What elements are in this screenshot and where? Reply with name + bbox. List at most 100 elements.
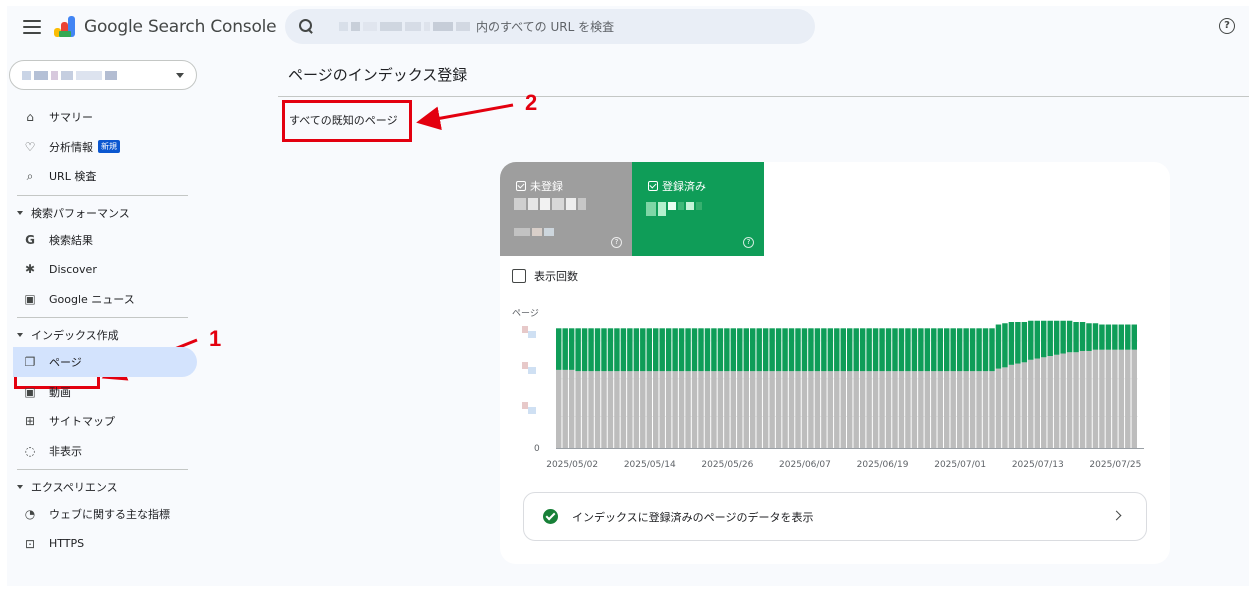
bar-indexed (1118, 324, 1125, 350)
bar-not-indexed (614, 371, 620, 448)
gauge-icon: ◔ (24, 507, 36, 521)
pages-chart: ページ 0 2025/05/02 2025/05/14 2025/05/26 2025/0… (512, 309, 1144, 470)
sidebar-section-title: 検索パフォーマンス (31, 206, 130, 220)
bar-not-indexed (756, 371, 762, 448)
bar-not-indexed (963, 371, 969, 448)
bar-indexed (698, 328, 704, 372)
bar-not-indexed (711, 371, 717, 448)
bar-not-indexed (859, 371, 866, 448)
property-selector[interactable] (9, 60, 197, 90)
sidebar-section-header[interactable]: 検索パフォーマンス (17, 205, 130, 221)
not-indexed-tile[interactable]: 未登録 ? (500, 162, 632, 256)
bar-indexed (704, 328, 711, 372)
x-tick-label: 2025/07/25 (1089, 460, 1141, 470)
sidebar-item-video[interactable]: ▣ 動画 (13, 377, 197, 407)
lock-icon: ⊡ (24, 536, 36, 551)
bar-not-indexed (607, 371, 614, 448)
bar-not-indexed (1125, 349, 1131, 448)
sidebar-section-header[interactable]: エクスペリエンス (17, 479, 118, 495)
sidebar-item-label: 検索結果 (49, 233, 93, 247)
bar-indexed (782, 328, 788, 372)
sidebar-item-label: サマリー (49, 111, 93, 124)
sidebar-item-search[interactable]: ⌕ URL 検査 (13, 161, 197, 191)
bar-not-indexed (956, 371, 963, 448)
redacted-domain (339, 22, 470, 31)
bar-indexed (627, 328, 633, 372)
bar-not-indexed (691, 371, 698, 448)
annotation-number-2: 2 (525, 90, 538, 115)
bar-indexed (1112, 324, 1118, 350)
impressions-toggle[interactable]: 表示回数 (512, 268, 578, 284)
bar-not-indexed (672, 371, 678, 448)
bar-indexed (872, 328, 879, 372)
hamburger-menu-icon[interactable] (23, 20, 41, 34)
pages-icon: ❐ (24, 355, 36, 369)
bar-not-indexed (1028, 359, 1034, 448)
bar-indexed (685, 328, 691, 372)
bar-not-indexed (1092, 349, 1099, 448)
bar-not-indexed (995, 368, 1002, 448)
bar-indexed (956, 328, 963, 372)
video-icon: ▣ (24, 384, 36, 399)
sidebar-item-home[interactable]: ⌂ サマリー (13, 102, 197, 132)
bar-indexed (788, 328, 795, 372)
sidebar-item-eye-off[interactable]: ◌ 非表示 (13, 436, 197, 466)
bar-not-indexed (950, 371, 956, 448)
bar-indexed (1073, 322, 1079, 353)
bar-not-indexed (911, 371, 918, 448)
bar-indexed (1105, 324, 1112, 350)
bar-indexed (678, 328, 685, 372)
caret-down-icon (17, 210, 23, 215)
sidebar-item-news[interactable]: ▣ Google ニュース (13, 284, 197, 314)
bar-not-indexed (1073, 352, 1079, 448)
x-tick-label: 2025/05/26 (701, 460, 753, 470)
x-tick-label: 2025/05/14 (624, 460, 676, 470)
bar-indexed (717, 328, 724, 372)
bar-not-indexed (750, 371, 756, 448)
bar-indexed (963, 328, 969, 372)
caret-down-icon (17, 485, 23, 489)
bar-indexed (653, 328, 659, 372)
title-divider (278, 96, 1249, 97)
redacted-tick (522, 326, 528, 333)
bar-indexed (672, 328, 678, 372)
help-icon[interactable]: ? (611, 237, 622, 248)
bar-indexed (885, 328, 892, 372)
help-icon[interactable]: ? (743, 237, 754, 248)
logo[interactable]: Google Search Console (53, 15, 277, 39)
bar-indexed (575, 328, 581, 372)
sidebar-item-pages[interactable]: ❐ ページ (13, 347, 197, 377)
bar-indexed (944, 328, 950, 372)
indexed-tile[interactable]: 登録済み ? (632, 162, 764, 256)
sidebar-item-label: 非表示 (49, 444, 82, 458)
bar-not-indexed (575, 371, 581, 448)
sidebar-item-label: サイトマップ (49, 415, 115, 428)
help-icon[interactable]: ? (1219, 18, 1235, 34)
home-icon: ⌂ (26, 110, 34, 124)
redacted-count (514, 198, 586, 210)
bar-not-indexed (594, 371, 601, 448)
bar-not-indexed (814, 371, 821, 448)
sidebar-item-lock[interactable]: ⊡ HTTPS (13, 529, 197, 559)
checkbox-checked-icon (648, 181, 658, 191)
bar-indexed (601, 328, 607, 372)
bar-not-indexed (581, 371, 588, 448)
bar-not-indexed (879, 371, 885, 448)
sidebar-item-gauge[interactable]: ◔ ウェブに関する主な指標 (13, 499, 197, 529)
sidebar-section-header[interactable]: インデックス作成 (17, 327, 119, 343)
bar-indexed (1047, 320, 1053, 357)
sidebar-item-google-g[interactable]: G 検索結果 (13, 225, 197, 255)
bar-indexed (769, 328, 775, 372)
sidebar-item-asterisk[interactable]: ✱ Discover (13, 254, 197, 284)
url-inspect-search-bar[interactable]: 内のすべての URL を検査 (285, 9, 815, 44)
bar-not-indexed (1099, 349, 1105, 448)
bar-indexed (1079, 322, 1086, 351)
sidebar-item-lightbulb[interactable]: ♡ 分析情報 新規 (13, 132, 197, 162)
bar-indexed (1028, 320, 1034, 360)
bar-indexed (646, 328, 652, 372)
sidebar-item-sitemap[interactable]: ⊞ サイトマップ (13, 406, 197, 436)
y-axis-label: ページ (512, 309, 539, 319)
view-indexed-pages-data-link[interactable]: インデックスに登録済みのページのデータを表示 (523, 492, 1147, 541)
bar-not-indexed (834, 371, 840, 448)
bar-indexed (730, 328, 737, 372)
